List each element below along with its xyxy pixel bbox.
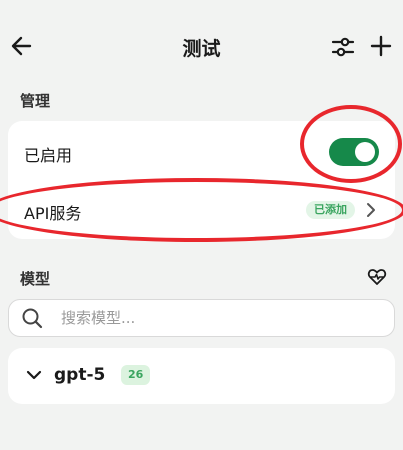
annotation-ellipse-api-service (0, 178, 403, 242)
search-input[interactable] (61, 307, 341, 329)
chevron-down-icon[interactable] (26, 368, 42, 382)
plus-icon (370, 35, 392, 57)
heart-pulse-icon[interactable] (367, 267, 387, 287)
enabled-label: 已启用 (24, 146, 73, 165)
top-app-bar: 测试 (0, 28, 403, 68)
model-group-card[interactable]: gpt-5 26 (8, 348, 395, 404)
model-group-name: gpt-5 (54, 365, 106, 385)
add-button[interactable] (367, 32, 395, 60)
section-label-manage: 管理 (20, 92, 51, 110)
search-field[interactable] (8, 299, 395, 337)
section-label-models: 模型 (20, 270, 51, 288)
model-count-badge: 26 (121, 365, 151, 385)
sliders-icon (331, 37, 355, 57)
search-icon (22, 308, 43, 329)
annotation-ellipse-toggle (300, 105, 402, 183)
filter-button[interactable] (329, 33, 357, 61)
